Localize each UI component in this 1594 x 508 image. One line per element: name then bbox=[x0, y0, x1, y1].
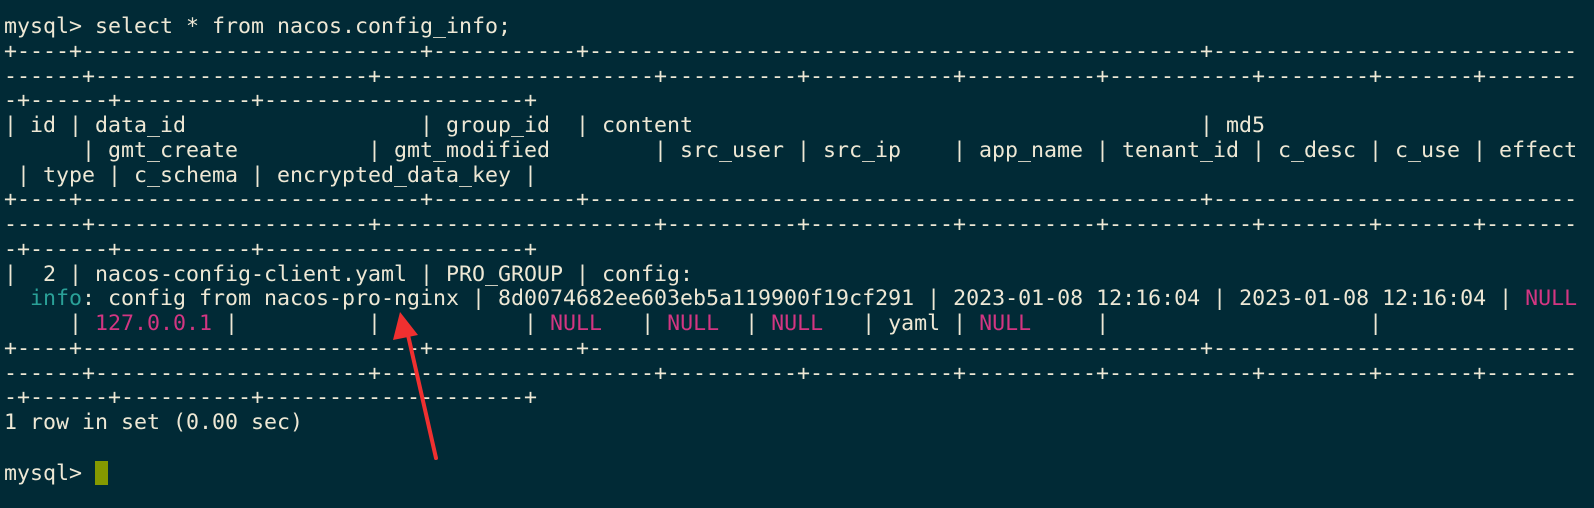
null-value: NULL bbox=[771, 311, 824, 336]
terminal-output[interactable]: mysql> select * from nacos.config_info; +… bbox=[4, 14, 1578, 486]
terminal-line: 1 row in set (0.00 sec) bbox=[4, 410, 1577, 436]
terminal-text: +----+--------------------------+-------… bbox=[4, 187, 1578, 213]
terminal-text: | bbox=[4, 311, 96, 336]
terminal-line: ------+---------------------+-----------… bbox=[4, 360, 1578, 387]
terminal-line: | type | c_schema | encrypted_data_key | bbox=[4, 162, 1577, 189]
terminal-text: ------+---------------------+-----------… bbox=[4, 360, 1578, 386]
terminal-line: | id | data_id | group_id | content | md… bbox=[4, 113, 1577, 139]
terminal-text: -+------+----------+--------------------… bbox=[4, 88, 538, 114]
terminal-text: 1 row in set (0.00 sec) bbox=[4, 410, 304, 435]
terminal-line: | 2 | nacos-config-client.yaml | PRO_GRO… bbox=[4, 261, 1577, 288]
null-value: NULL bbox=[1525, 286, 1578, 312]
terminal-text: | yaml | bbox=[823, 311, 980, 336]
block-cursor-icon bbox=[95, 460, 109, 485]
yaml-key: info bbox=[30, 286, 83, 312]
terminal-line: +----+--------------------------+-------… bbox=[4, 187, 1578, 213]
terminal-text: -+------+----------+--------------------… bbox=[4, 236, 538, 262]
terminal-text: | | bbox=[1031, 311, 1383, 336]
terminal-text: +----+--------------------------+-------… bbox=[4, 38, 1578, 64]
terminal-line: mysql> select * from nacos.config_info; bbox=[4, 14, 1577, 40]
terminal-line: -+------+----------+--------------------… bbox=[4, 236, 1577, 263]
terminal-text: mysql> bbox=[4, 460, 96, 486]
terminal-text: | gmt_create | gmt_modified | src_user |… bbox=[4, 137, 1578, 163]
terminal-line: info: config from nacos-pro-nginx | 8d00… bbox=[4, 286, 1578, 312]
terminal-line: +----+--------------------------+-------… bbox=[4, 335, 1578, 362]
terminal-line: mysql> bbox=[4, 460, 1577, 486]
terminal-line: ------+---------------------+-----------… bbox=[4, 212, 1578, 238]
terminal-line: -+------+----------+--------------------… bbox=[4, 88, 1577, 114]
terminal-text: | id | data_id | group_id | content | md… bbox=[4, 113, 1266, 138]
terminal-text: | 2 | nacos-config-client.yaml | PRO_GRO… bbox=[4, 261, 694, 287]
terminal-line: ------+---------------------+-----------… bbox=[4, 63, 1578, 90]
terminal-text: ------+---------------------+-----------… bbox=[4, 212, 1578, 237]
terminal-text: : config from nacos-pro-nginx | 8d007468… bbox=[82, 286, 1526, 312]
terminal-text: mysql> select * from nacos.config_info; bbox=[4, 14, 512, 39]
terminal-text: | type | c_schema | encrypted_data_key | bbox=[4, 162, 538, 188]
terminal-line: | 127.0.0.1 | | | NULL | NULL | NULL | y… bbox=[4, 311, 1577, 337]
terminal-text: | bbox=[719, 311, 772, 336]
terminal-line: | gmt_create | gmt_modified | src_user |… bbox=[4, 137, 1578, 164]
terminal-text: +----+--------------------------+-------… bbox=[4, 335, 1578, 361]
null-value: NULL bbox=[979, 311, 1032, 336]
terminal-line: +----+--------------------------+-------… bbox=[4, 38, 1578, 65]
null-value: 127.0.0.1 bbox=[95, 311, 213, 336]
terminal-text: ------+---------------------+-----------… bbox=[4, 63, 1578, 89]
terminal-text: | bbox=[602, 311, 668, 336]
null-value: NULL bbox=[550, 311, 603, 336]
null-value: NULL bbox=[667, 311, 720, 336]
terminal-text: -+------+----------+--------------------… bbox=[4, 385, 538, 411]
terminal-line: -+------+----------+--------------------… bbox=[4, 385, 1577, 411]
terminal-text: | | | bbox=[212, 311, 551, 336]
